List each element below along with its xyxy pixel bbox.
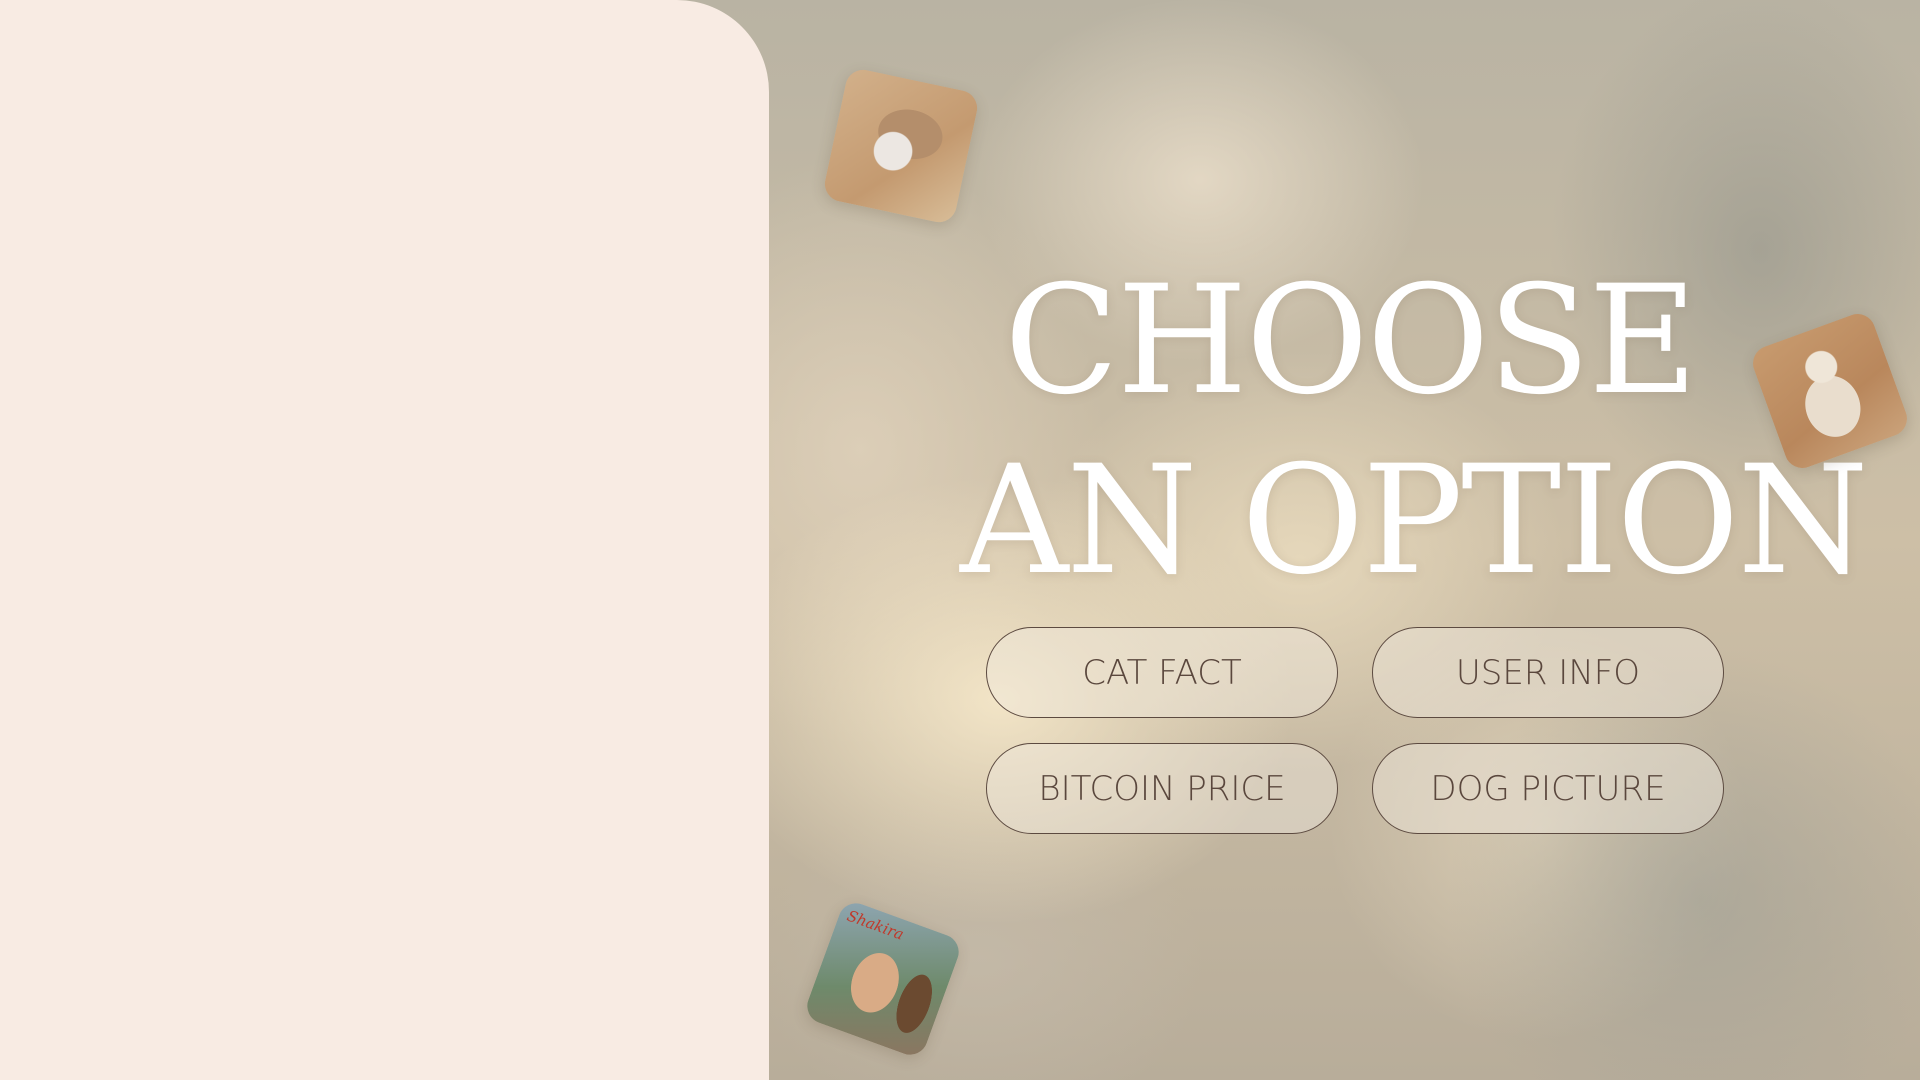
bitcoin-price-button[interactable]: BITCOIN PRICE (986, 743, 1338, 834)
title-line-2: AN OPTION (960, 434, 1869, 609)
dog-picture-button[interactable]: DOG PICTURE (1372, 743, 1724, 834)
cat-fact-button[interactable]: CAT FACT (986, 627, 1338, 718)
album-cover-shakira: Shakira (802, 898, 964, 1060)
left-panel (0, 0, 769, 1080)
options-grid: CAT FACT USER INFO BITCOIN PRICE DOG PIC… (986, 627, 1724, 834)
user-info-button[interactable]: USER INFO (1372, 627, 1724, 718)
album-cover-sweetener (821, 66, 981, 226)
title-line-1: CHOOSE (1004, 254, 1698, 429)
page-title: CHOOSE AN OPTION (960, 251, 1869, 611)
album-cover-title: Shakira (844, 906, 907, 944)
